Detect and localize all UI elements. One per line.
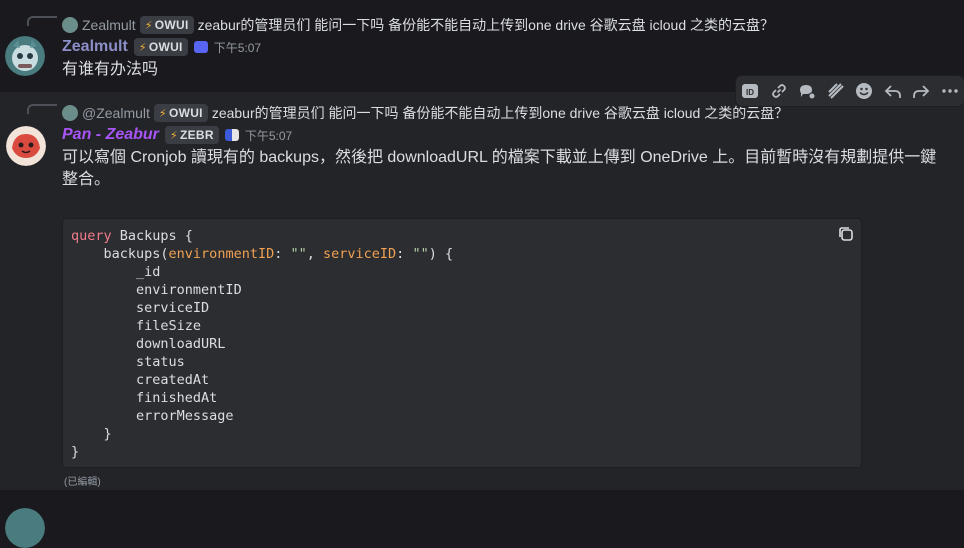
message-next (0, 490, 964, 548)
bolt-icon: ⚡ (138, 41, 147, 54)
avatar[interactable] (6, 126, 46, 166)
copy-code-icon[interactable] (837, 225, 857, 245)
server-tag-badge: ⚡ OWUI (153, 104, 208, 122)
timestamp: 下午5:07 (244, 128, 293, 143)
svg-text:ID: ID (746, 88, 754, 97)
emoji-icon[interactable] (852, 79, 876, 103)
edited-label: (已編輯) (64, 477, 101, 488)
reply-preview[interactable]: Zealmult ⚡ OWUI zeabur的管理员们 能问一下吗 备份能不能自动… (62, 15, 774, 35)
reply-avatar (62, 105, 78, 121)
reply-text: zeabur的管理员们 能问一下吗 备份能不能自动上传到one drive 谷歌… (197, 17, 775, 33)
message-pan: @Zealmult ⚡ OWUI zeabur的管理员们 能问一下吗 备份能不能自… (0, 92, 964, 490)
reply-connector (27, 16, 57, 26)
timestamp: 下午5:07 (213, 40, 262, 55)
role-icon (193, 41, 208, 53)
reply-icon[interactable] (881, 79, 905, 103)
avatar[interactable] (5, 508, 45, 548)
username[interactable]: Pan - Zeabur (62, 126, 159, 144)
reply-avatar (62, 17, 78, 33)
reply-connector (27, 104, 57, 114)
reply-text: zeabur的管理员们 能问一下吗 备份能不能自动上传到one drive 谷歌… (211, 105, 789, 121)
link-icon[interactable] (767, 79, 791, 103)
reply-preview[interactable]: @Zealmult ⚡ OWUI zeabur的管理员们 能问一下吗 备份能不能自… (62, 103, 788, 123)
message-action-toolbar: ID (736, 76, 964, 106)
server-tag-badge: ⚡ OWUI (133, 38, 188, 56)
thread-icon[interactable] (795, 79, 819, 103)
code-block: query Backups { backups(environmentID: "… (62, 218, 862, 468)
id-icon[interactable]: ID (738, 79, 762, 103)
reply-author[interactable]: Zealmult (82, 17, 136, 33)
avatar[interactable] (5, 36, 45, 76)
flag-icon (224, 129, 239, 141)
reply-author[interactable]: @Zealmult (82, 105, 150, 121)
forward-icon[interactable] (909, 79, 933, 103)
bolt-icon: ⚡ (144, 19, 153, 32)
bolt-icon: ⚡ (158, 107, 167, 120)
server-tag-badge: ⚡ OWUI (139, 16, 194, 34)
server-tag-badge: ⚡ ZEBR (164, 126, 219, 144)
message-content: 可以寫個 Cronjob 讀現有的 backups，然後把 downloadUR… (62, 149, 937, 188)
bolt-icon: ⚡ (169, 129, 178, 142)
message-content: 有谁有办法吗 (62, 61, 159, 78)
more-icon[interactable] (938, 79, 962, 103)
username[interactable]: Zealmult (62, 38, 128, 56)
pin-stripe-icon[interactable] (824, 79, 848, 103)
